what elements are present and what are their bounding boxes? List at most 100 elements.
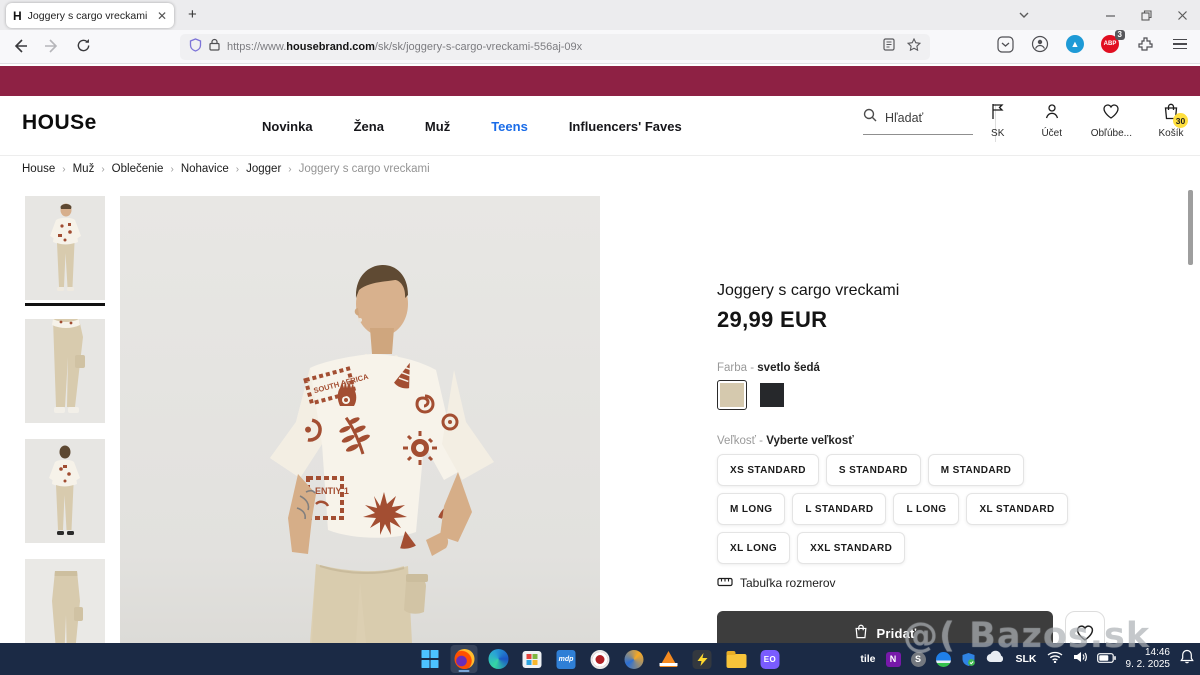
nav-item-muz[interactable]: Muž <box>425 119 450 134</box>
lock-icon[interactable] <box>209 38 220 56</box>
size-table-link[interactable]: Tabuľka rozmerov <box>717 576 836 590</box>
taskbar-media-player[interactable] <box>587 645 614 673</box>
minimize-button[interactable] <box>1092 0 1128 30</box>
cart-count-badge: 30 <box>1173 113 1188 128</box>
account-button[interactable]: Účet <box>1037 103 1067 139</box>
reload-button[interactable] <box>76 38 94 56</box>
add-to-cart-button[interactable]: Pridať <box>717 611 1053 643</box>
thumbnail-detail-view[interactable] <box>25 319 105 423</box>
tab-list-chevron-icon[interactable] <box>1006 0 1042 30</box>
weather-cloud-icon[interactable] <box>986 650 1006 668</box>
blue-extension-icon[interactable]: ▲ <box>1065 34 1085 54</box>
thumbnail-back-view[interactable] <box>25 439 105 543</box>
bag-icon <box>854 624 868 642</box>
folder-icon <box>726 654 746 668</box>
restore-button[interactable] <box>1128 0 1164 30</box>
nav-item-influencers-faves[interactable]: Influencers' Faves <box>569 119 682 134</box>
taskbar-mdp[interactable]: mdp <box>553 645 580 673</box>
vpn-globe-icon[interactable] <box>936 652 951 667</box>
size-button-l-standard[interactable]: L STANDARD <box>792 493 886 525</box>
size-button-xl-standard[interactable]: XL STANDARD <box>966 493 1067 525</box>
size-button-s-standard[interactable]: S STANDARD <box>826 454 921 486</box>
reader-mode-icon[interactable] <box>883 38 895 56</box>
tracking-protection-shield-icon[interactable] <box>189 38 202 57</box>
bookmark-star-icon[interactable] <box>907 38 921 56</box>
notification-bell-icon[interactable] <box>1180 649 1194 669</box>
taskbar-eo-app[interactable]: EO <box>757 645 784 673</box>
main-nav: Novinka Žena Muž Teens Influencers' Fave… <box>262 96 682 156</box>
wifi-icon[interactable] <box>1047 650 1063 668</box>
thumbnail-column <box>25 196 105 643</box>
product-photo[interactable]: ENTIY 1 SOUTH AFRICA <box>120 196 600 643</box>
nav-item-zena[interactable]: Žena <box>354 119 384 134</box>
screen: H Joggery s cargo vreckami Farba ✕ + <box>0 0 1200 675</box>
scrollbar-thumb[interactable] <box>1188 190 1193 265</box>
breadcrumb-item-oblecenie[interactable]: Oblečenie <box>112 163 164 175</box>
forward-button[interactable] <box>44 38 62 56</box>
nav-item-teens[interactable]: Teens <box>491 119 528 134</box>
size-button-l-long[interactable]: L LONG <box>893 493 959 525</box>
browser-tab[interactable]: H Joggery s cargo vreckami Farba ✕ <box>6 3 174 28</box>
clock-date: 9. 2. 2025 <box>1126 659 1170 672</box>
taskbar-winamp[interactable] <box>689 645 716 673</box>
size-button-xs-standard[interactable]: XS STANDARD <box>717 454 819 486</box>
breadcrumb-item-muz[interactable]: Muž <box>73 163 95 175</box>
thumbnail-active-indicator <box>25 303 105 306</box>
new-tab-button[interactable]: + <box>188 6 197 23</box>
site-header: HOUSe Novinka Žena Muž Teens Influencers… <box>0 96 1200 156</box>
color-swatch-light-grey[interactable] <box>717 380 747 410</box>
windows-security-icon[interactable] <box>961 652 976 667</box>
wishlist-heart-button[interactable] <box>1065 611 1105 643</box>
taskbar-utility[interactable] <box>621 645 648 673</box>
size-options: XS STANDARD S STANDARD M STANDARD M LONG… <box>717 454 1085 564</box>
size-button-m-standard[interactable]: M STANDARD <box>928 454 1024 486</box>
extensions-puzzle-icon[interactable] <box>1135 34 1155 54</box>
taskbar-vlc[interactable] <box>655 645 682 673</box>
onenote-icon[interactable]: N <box>886 652 901 667</box>
person-icon <box>1044 103 1060 125</box>
close-button[interactable] <box>1164 0 1200 30</box>
taskbar-edge[interactable] <box>485 645 512 673</box>
breadcrumb-current: Joggery s cargo vreckami <box>299 163 430 175</box>
thumbnail-flat-lay[interactable] <box>25 559 105 643</box>
taskbar-store[interactable] <box>519 645 546 673</box>
thumbnail-front-view[interactable] <box>25 196 105 300</box>
size-button-m-long[interactable]: M LONG <box>717 493 785 525</box>
cart-button[interactable]: 30 Košík <box>1156 103 1186 139</box>
adblock-plus-icon[interactable]: ABP 3 <box>1100 34 1120 54</box>
tab-favicon: H <box>13 9 22 23</box>
skype-icon[interactable]: S <box>911 652 926 667</box>
url-bar[interactable]: https://www.housebrand.com/sk/sk/joggery… <box>180 34 930 60</box>
microsoft-store-icon <box>523 651 542 668</box>
taskbar-clock[interactable]: 14:46 9. 2. 2025 <box>1126 647 1170 672</box>
size-button-xl-long[interactable]: XL LONG <box>717 532 790 564</box>
url-text: https://www.housebrand.com/sk/sk/joggery… <box>227 41 876 53</box>
menu-hamburger-icon[interactable] <box>1170 34 1190 54</box>
taskbar-firefox[interactable] <box>451 645 478 673</box>
language-indicator[interactable]: SLK <box>1016 653 1037 665</box>
pocket-save-icon[interactable] <box>995 34 1015 54</box>
nav-item-novinka[interactable]: Novinka <box>262 119 313 134</box>
account-icon[interactable] <box>1030 34 1050 54</box>
battery-icon[interactable] <box>1097 650 1116 668</box>
favorites-button[interactable]: Obľúbe... <box>1091 103 1132 139</box>
heart-icon <box>1102 103 1120 125</box>
color-swatch-black[interactable] <box>760 383 784 407</box>
flag-icon <box>990 103 1006 125</box>
taskbar-explorer[interactable] <box>723 645 750 673</box>
tray-tile-app[interactable]: tile <box>860 653 875 665</box>
vlc-cone-icon <box>659 651 677 667</box>
house-logo[interactable]: HOUSe <box>22 111 97 135</box>
start-button[interactable] <box>417 645 444 673</box>
tab-close-icon[interactable]: ✕ <box>157 9 167 23</box>
back-button[interactable] <box>12 38 30 56</box>
breadcrumb-item-jogger[interactable]: Jogger <box>246 163 281 175</box>
language-selector[interactable]: SK <box>983 103 1013 139</box>
breadcrumb-item-nohavice[interactable]: Nohavice <box>181 163 229 175</box>
breadcrumb-item-house[interactable]: House <box>22 163 55 175</box>
size-button-xxl-standard[interactable]: XXL STANDARD <box>797 532 905 564</box>
search-input[interactable]: Hľadať <box>863 108 973 135</box>
speaker-icon[interactable] <box>1073 650 1087 668</box>
ruler-icon <box>717 576 733 590</box>
search-icon <box>863 108 877 127</box>
